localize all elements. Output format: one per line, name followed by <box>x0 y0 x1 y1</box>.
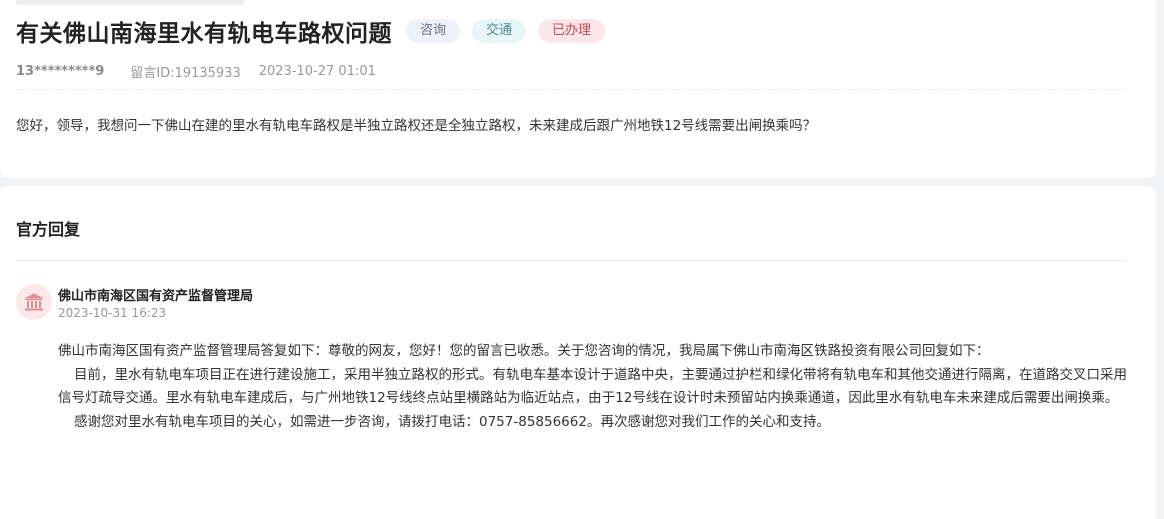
author-phone: 13*********9 <box>16 63 105 79</box>
question-meta: 13*********9 留言ID:19135933 2023-10-27 01… <box>16 62 376 81</box>
page-title: 有关佛山南海里水有轨电车路权问题 <box>16 21 392 47</box>
section-title: 官方回复 <box>16 220 81 239</box>
status-badge: 已办理 <box>538 19 606 43</box>
question-card: 有关佛山南海里水有轨电车路权问题 咨询 交通 已办理 13*********9 … <box>0 0 1156 178</box>
message-id: 留言ID:19135933 <box>130 65 241 81</box>
avatar <box>16 284 52 320</box>
reply-paragraph: 感谢您对里水有轨电车项目的关心，如需进一步咨询，请拨打电话：0757-85856… <box>74 413 830 430</box>
reply-content: 佛山市南海区国有资产监督管理局答复如下：尊敬的网友，您好！您的留言已收悉。关于您… <box>58 340 1130 434</box>
question-date: 2023-10-27 01:01 <box>258 63 376 79</box>
title-row: 有关佛山南海里水有轨电车路权问题 咨询 交通 已办理 <box>16 14 606 48</box>
question-content: 您好，领导，我想问一下佛山在建的里水有轨电车路权是半独立路权还是全独立路权，未来… <box>16 118 817 134</box>
tag-consult[interactable]: 咨询 <box>406 19 461 43</box>
reply-date: 2023-10-31 16:23 <box>58 306 167 320</box>
reply-org-name: 佛山市南海区国有资产监督管理局 <box>58 289 254 304</box>
divider <box>16 89 1126 90</box>
reply-paragraph: 佛山市南海区国有资产监督管理局答复如下：尊敬的网友，您好！您的留言已收悉。关于您… <box>58 343 990 359</box>
reply-card: 官方回复 佛山市南海区国有资产监督管理局 2023-10-31 16:23 佛山… <box>0 186 1156 519</box>
top-tab-bar <box>16 0 245 5</box>
government-building-icon <box>25 293 43 311</box>
reply-paragraph: 目前，里水有轨电车项目正在进行建设施工，采用半独立路权的形式。有轨电车基本设计于… <box>58 366 1127 407</box>
tag-traffic[interactable]: 交通 <box>472 19 527 43</box>
divider <box>16 260 1126 261</box>
